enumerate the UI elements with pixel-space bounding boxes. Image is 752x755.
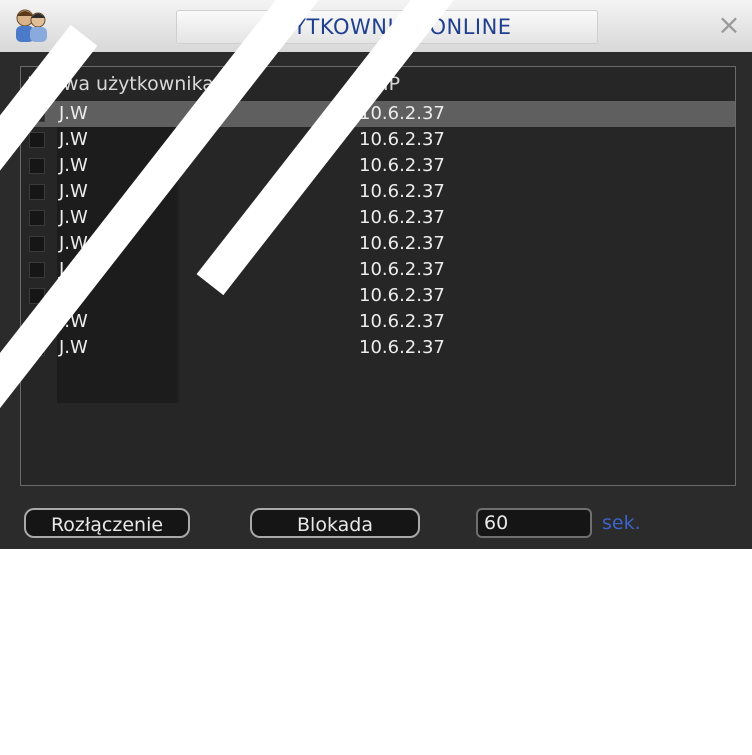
row-checkbox[interactable] (29, 210, 45, 226)
user-name: J.W (59, 337, 88, 358)
row-checkbox[interactable] (29, 262, 45, 278)
table-row[interactable]: J.W 10.6.2.37 (21, 231, 735, 257)
user-ip: 10.6.2.37 (359, 285, 445, 306)
user-ip: 10.6.2.37 (359, 181, 445, 202)
user-ip: 10.6.2.37 (359, 129, 445, 150)
table-row[interactable]: J.W 10.6.2.37 (21, 283, 735, 309)
table-row[interactable]: J.W 10.6.2.37 (21, 153, 735, 179)
row-checkbox[interactable] (29, 340, 45, 356)
user-name: J.W (59, 285, 88, 306)
user-name: J.W (59, 155, 88, 176)
dialog-title: UŻYTKOWNICY ONLINE (176, 10, 598, 44)
row-checkbox[interactable] (29, 236, 45, 252)
user-ip: 10.6.2.37 (359, 311, 445, 332)
title-bar: UŻYTKOWNICY ONLINE × (0, 0, 752, 52)
user-name: J.W (59, 181, 88, 202)
user-name: J.W (59, 103, 88, 124)
user-ip: 10.6.2.37 (359, 103, 445, 124)
user-name: J.W (59, 259, 88, 280)
user-name: J.W (59, 207, 88, 228)
table-row[interactable]: J.W 10.6.2.37 (21, 101, 735, 127)
table-row[interactable]: J.W 10.6.2.37 (21, 257, 735, 283)
row-checkbox[interactable] (29, 132, 45, 148)
table-row[interactable]: J.W 10.6.2.37 (21, 205, 735, 231)
user-name: J.W (59, 311, 88, 332)
users-table: Nazwa użytkownika IP J.W 10.6.2.37 J.W 1… (20, 66, 736, 486)
disconnect-button[interactable]: Rozłączenie (24, 508, 190, 538)
row-checkbox[interactable] (29, 106, 45, 122)
block-button[interactable]: Blokada (250, 508, 420, 538)
column-header-name: Nazwa użytkownika (27, 73, 214, 95)
table-body: J.W 10.6.2.37 J.W 10.6.2.37 J.W 10.6.2.3… (21, 101, 735, 361)
column-header-ip: IP (383, 73, 401, 95)
user-name: J.W (59, 233, 88, 254)
table-row[interactable]: J.W 10.6.2.37 (21, 309, 735, 335)
user-ip: 10.6.2.37 (359, 259, 445, 280)
user-ip: 10.6.2.37 (359, 233, 445, 254)
user-name: J.W (59, 129, 88, 150)
user-ip: 10.6.2.37 (359, 337, 445, 358)
user-ip: 10.6.2.37 (359, 207, 445, 228)
row-checkbox[interactable] (29, 314, 45, 330)
table-row[interactable]: J.W 10.6.2.37 (21, 127, 735, 153)
users-icon (10, 4, 54, 48)
dialog-footer: Rozłączenie Blokada sek. (0, 496, 752, 549)
online-users-dialog: UŻYTKOWNICY ONLINE × Nazwa użytkownika I… (0, 0, 752, 549)
block-seconds-input[interactable] (476, 508, 592, 538)
table-row[interactable]: J.W 10.6.2.37 (21, 179, 735, 205)
close-icon[interactable]: × (714, 10, 744, 40)
user-ip: 10.6.2.37 (359, 155, 445, 176)
seconds-unit-label: sek. (602, 512, 641, 534)
row-checkbox[interactable] (29, 158, 45, 174)
row-checkbox[interactable] (29, 288, 45, 304)
table-row[interactable]: J.W 10.6.2.37 (21, 335, 735, 361)
row-checkbox[interactable] (29, 184, 45, 200)
table-header: Nazwa użytkownika IP (21, 67, 735, 101)
